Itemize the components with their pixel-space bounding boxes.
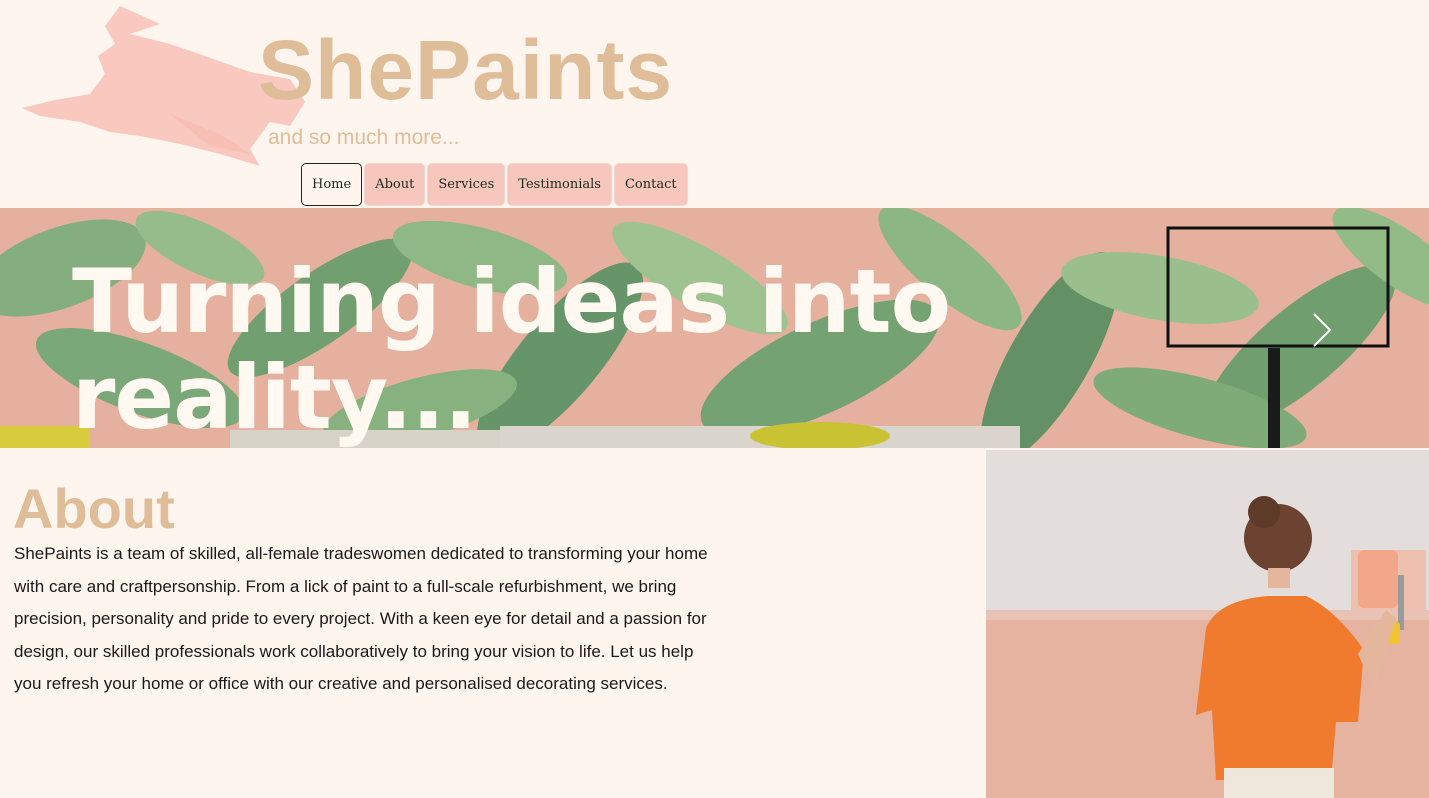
- painter-photo: [986, 450, 1429, 798]
- about-description: ShePaints is a team of skilled, all-fema…: [14, 544, 708, 694]
- site-logo-title[interactable]: ShePaints: [258, 22, 673, 118]
- main-navigation: Home About Services Testimonials Contact: [301, 163, 688, 206]
- woman-painting-wall-image: [986, 450, 1429, 798]
- hero-heading: Turning ideas into reality...: [72, 254, 951, 449]
- hero-heading-line-2: reality...: [72, 346, 477, 449]
- site-header: ShePaints and so much more... Home About…: [0, 0, 1429, 208]
- nav-item-services[interactable]: Services: [427, 163, 506, 206]
- hero-heading-line-1: Turning ideas into: [72, 250, 951, 353]
- about-heading: About: [13, 477, 175, 540]
- nav-item-about[interactable]: About: [364, 163, 426, 206]
- nav-item-home[interactable]: Home: [301, 163, 363, 206]
- site-tagline: and so much more...: [268, 126, 460, 149]
- nav-item-contact[interactable]: Contact: [613, 163, 688, 206]
- chevron-right-icon[interactable]: [1306, 310, 1336, 350]
- nav-item-testimonials[interactable]: Testimonials: [507, 163, 612, 206]
